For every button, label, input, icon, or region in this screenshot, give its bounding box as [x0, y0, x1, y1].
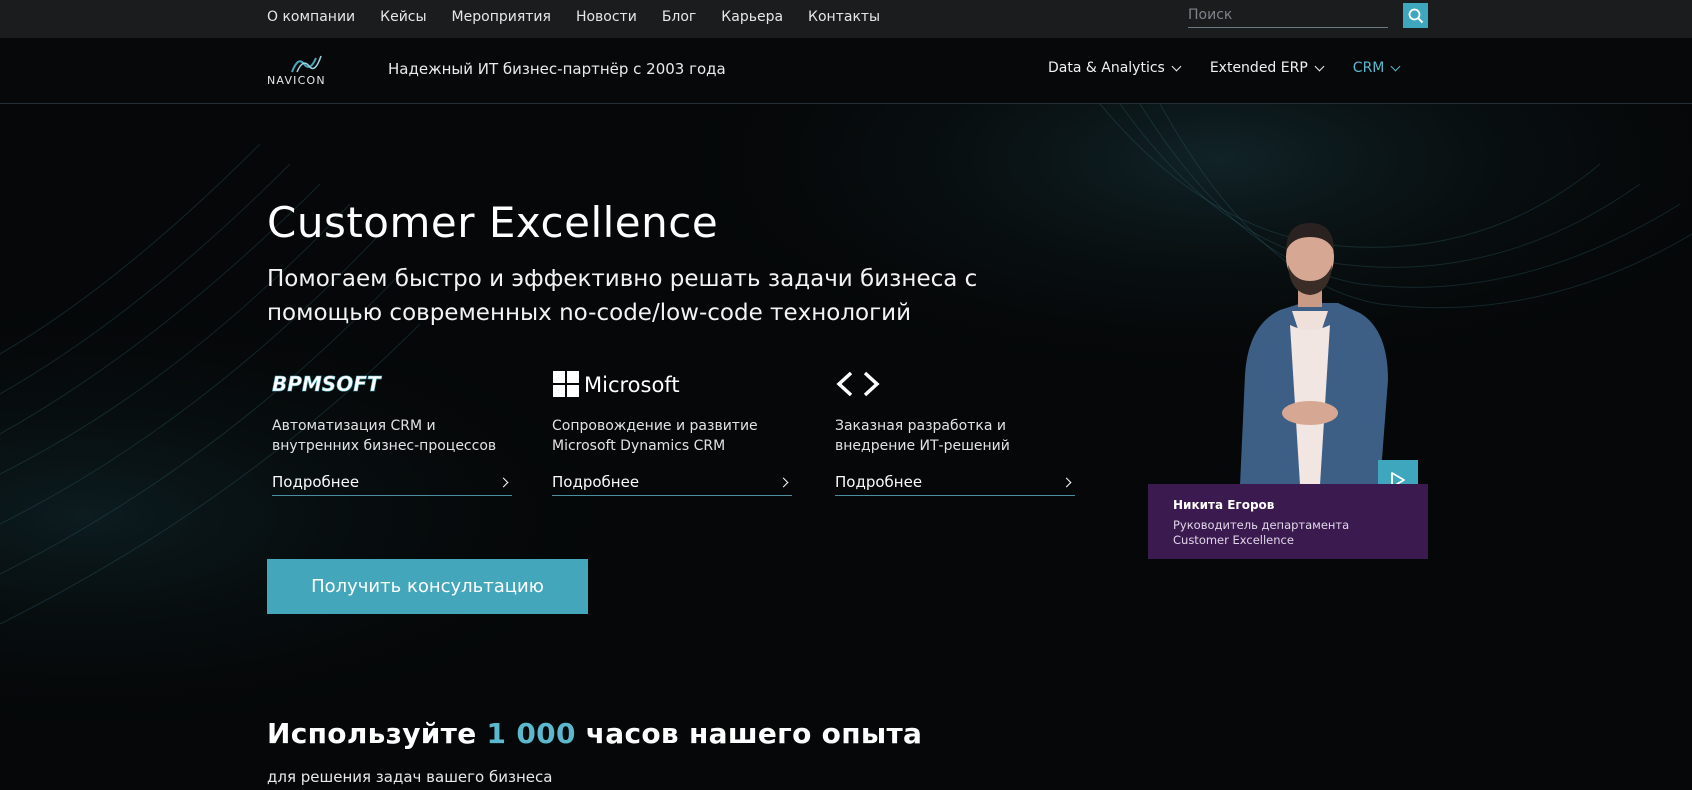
service-card-custom-dev: Заказная разработка и внедрение ИТ-решен…	[835, 368, 1075, 496]
search-input[interactable]	[1188, 3, 1388, 27]
top-nav: О компании Кейсы Мероприятия Новости Бло…	[267, 0, 905, 33]
card-more-label: Подробнее	[552, 473, 640, 491]
search-field	[1188, 3, 1388, 28]
microsoft-logo: Microsoft	[552, 368, 792, 400]
person-name: Никита Егоров	[1173, 498, 1275, 512]
card-more-link[interactable]: Подробнее	[835, 473, 1075, 496]
svg-text:BPMSOFT: BPMSOFT	[272, 372, 382, 396]
service-card-bpmsoft: BPMSOFT Автоматизация CRM и внутренних б…	[272, 368, 512, 496]
navicon-logo-mark-icon	[291, 55, 322, 73]
svg-text:Microsoft: Microsoft	[584, 373, 680, 397]
person-info-card: Никита Егоров Руководитель департамента …	[1148, 484, 1428, 559]
card-description: Автоматизация CRM и внутренних бизнес-пр…	[272, 418, 497, 454]
bpmsoft-logo-icon: BPMSOFT	[272, 372, 382, 396]
chevron-right-icon	[498, 477, 509, 488]
card-more-link[interactable]: Подробнее	[552, 473, 792, 496]
topnav-link-cases[interactable]: Кейсы	[380, 9, 426, 25]
chevron-down-icon	[1171, 61, 1182, 71]
topnav-link-news[interactable]: Новости	[576, 9, 637, 25]
card-description: Сопровождение и развитие Microsoft Dynam…	[552, 418, 758, 454]
nav-item-crm[interactable]: CRM	[1352, 60, 1401, 76]
logo-text: NAVICON	[267, 74, 326, 87]
code-brackets-icon	[836, 371, 880, 397]
experience-title: Используйте 1 000 часов нашего опыта	[267, 717, 922, 750]
navicon-logo[interactable]: NAVICON	[267, 54, 349, 88]
card-more-link[interactable]: Подробнее	[272, 473, 512, 496]
top-utility-bar: О компании Кейсы Мероприятия Новости Бло…	[0, 0, 1692, 38]
service-card-microsoft: Microsoft Сопровождение и развитие Micro…	[552, 368, 792, 496]
topnav-link-about[interactable]: О компании	[267, 9, 355, 25]
microsoft-logo-icon: Microsoft	[553, 371, 680, 397]
experience-title-after: часов нашего опыта	[575, 717, 923, 750]
topnav-link-careers[interactable]: Карьера	[721, 9, 783, 25]
chevron-right-icon	[1061, 477, 1072, 488]
code-brackets-logo	[835, 368, 1075, 400]
experience-title-before: Используйте	[267, 717, 487, 750]
nav-item-label: CRM	[1352, 60, 1385, 76]
person-photo	[1240, 223, 1388, 485]
experience-hours: 1 000	[486, 717, 576, 750]
nav-item-label: Data & Analytics	[1048, 60, 1165, 76]
nav-item-extended-erp[interactable]: Extended ERP	[1209, 60, 1325, 76]
nav-item-data-analytics[interactable]: Data & Analytics	[1048, 60, 1182, 76]
main-header: NAVICON Надежный ИТ бизнес-партнёр с 200…	[0, 38, 1692, 104]
chevron-right-icon	[778, 477, 789, 488]
card-more-label: Подробнее	[272, 473, 360, 491]
hero-subtitle: Помогаем быстро и эффективно решать зада…	[267, 266, 978, 326]
experience-subtitle: для решения задач вашего бизнеса	[267, 768, 553, 786]
card-more-label: Подробнее	[835, 473, 923, 491]
nav-item-label: Extended ERP	[1209, 60, 1308, 76]
main-nav: Data & Analytics Extended ERP CRM	[1048, 60, 1429, 76]
person-role: Руководитель департамента Customer Excel…	[1173, 518, 1350, 547]
header-tagline: Надежный ИТ бизнес-партнёр с 2003 года	[388, 60, 726, 78]
get-consultation-button[interactable]: Получить консультацию	[267, 559, 588, 614]
bpmsoft-logo: BPMSOFT	[272, 368, 512, 400]
chevron-down-icon	[1314, 61, 1325, 71]
search-button[interactable]	[1403, 3, 1428, 28]
topnav-link-contacts[interactable]: Контакты	[808, 9, 880, 25]
hero-title: Customer Excellence	[267, 198, 719, 247]
topnav-link-blog[interactable]: Блог	[662, 9, 696, 25]
topnav-link-events[interactable]: Мероприятия	[452, 9, 551, 25]
search-icon	[1408, 8, 1423, 23]
chevron-down-icon	[1390, 61, 1401, 71]
card-description: Заказная разработка и внедрение ИТ-решен…	[835, 418, 1010, 454]
